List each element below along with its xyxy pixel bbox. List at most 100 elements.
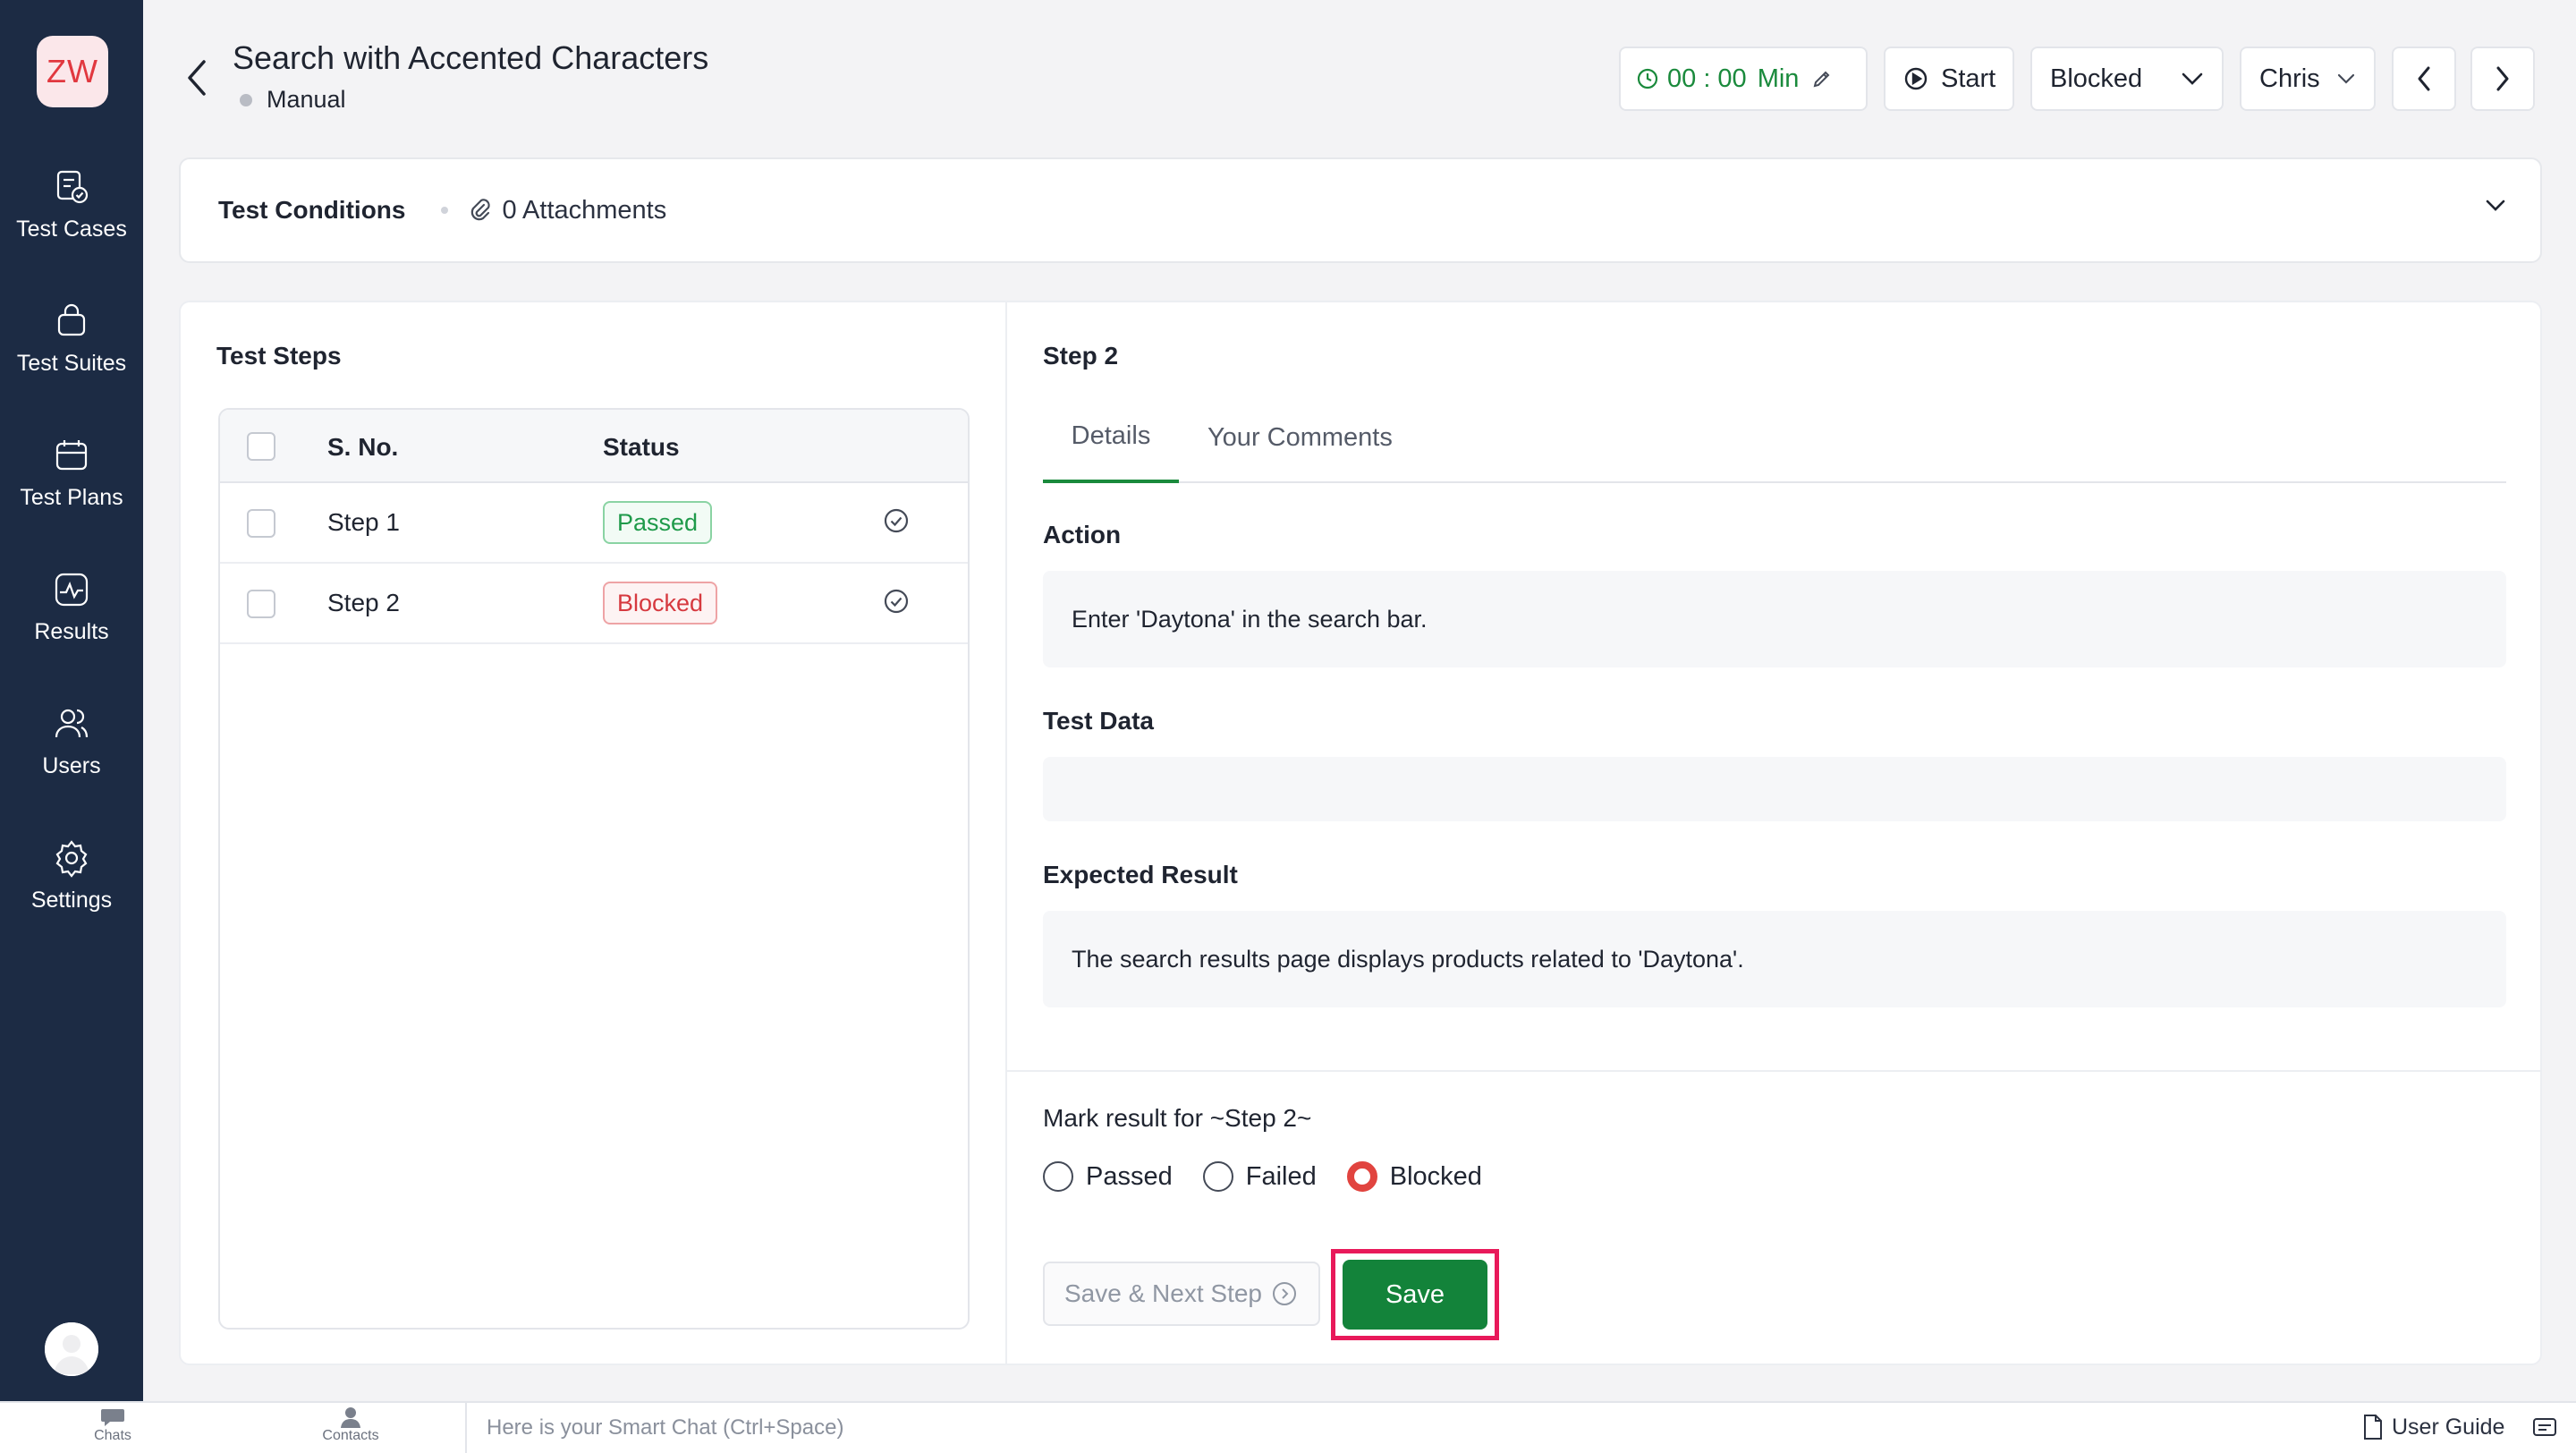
timer-value: 00 : 00: [1667, 64, 1747, 93]
test-conditions-bar[interactable]: Test Conditions 0 Attachments: [179, 157, 2542, 263]
detail-tabs: Details Your Comments: [1043, 392, 2506, 483]
sidebar-item-test-cases[interactable]: Test Cases: [0, 166, 143, 292]
feedback-icon[interactable]: [2531, 1414, 2558, 1440]
test-cases-icon: [56, 170, 89, 204]
radio-failed-label: Failed: [1245, 1161, 1317, 1191]
attachments-count: 0 Attachments: [502, 195, 667, 225]
status-dropdown[interactable]: Blocked: [2030, 47, 2224, 111]
results-icon: [55, 573, 89, 607]
sidebar-item-results[interactable]: Results: [0, 569, 143, 694]
chevron-down-icon[interactable]: [2485, 199, 2506, 213]
action-value: Enter 'Daytona' in the search bar.: [1043, 571, 2506, 667]
radio-blocked-label: Blocked: [1389, 1161, 1482, 1191]
chats-button[interactable]: Chats: [59, 1406, 166, 1444]
check-circle-icon[interactable]: [882, 506, 911, 535]
settings-icon: [55, 840, 88, 878]
sidebar-item-test-suites[interactable]: Test Suites: [0, 301, 143, 426]
type-dot: [240, 93, 252, 106]
expected-result-value: The search results page displays product…: [1043, 911, 2506, 1007]
select-all-checkbox[interactable]: [247, 432, 275, 461]
save-and-next-label: Save & Next Step: [1064, 1279, 1263, 1307]
smart-chat-input[interactable]: Here is your Smart Chat (Ctrl+Space): [465, 1403, 2254, 1453]
chevron-down-icon: [2182, 72, 2203, 85]
user-avatar-icon: [45, 1322, 98, 1376]
sidebar-item-label: Users: [42, 753, 101, 778]
start-label: Start: [1941, 64, 1996, 93]
avatar[interactable]: [45, 1322, 98, 1376]
document-icon: [2364, 1415, 2382, 1440]
main-card: Test Steps S. No. Status Step 1 Passed S…: [179, 301, 2542, 1365]
step-number: Step 1: [327, 508, 400, 536]
save-button-highlight: Save: [1331, 1249, 1499, 1340]
result-radio-group: Passed Failed Blocked: [1043, 1161, 1513, 1192]
sidebar-item-label: Test Cases: [16, 217, 127, 242]
table-row[interactable]: Step 2 Blocked: [220, 564, 968, 644]
sidebar: ZW Test Cases Test Suites Test Plans Res…: [0, 0, 143, 1401]
contacts-button[interactable]: Contacts: [297, 1406, 404, 1444]
test-steps-title: Test Steps: [216, 342, 342, 370]
attachments-link[interactable]: 0 Attachments: [468, 196, 666, 225]
table-row[interactable]: Step 1 Passed: [220, 483, 968, 564]
chats-label: Chats: [94, 1428, 131, 1443]
test-conditions-title: Test Conditions: [218, 196, 406, 224]
tab-details[interactable]: Details: [1043, 392, 1179, 483]
column-header-sno: S. No.: [327, 433, 399, 461]
timer-display[interactable]: 00 : 00 Min: [1619, 47, 1868, 111]
sidebar-item-label: Results: [34, 619, 109, 644]
chevron-left-icon: [188, 60, 206, 96]
action-label: Action: [1043, 521, 1122, 548]
chevron-down-icon: [2337, 73, 2355, 84]
test-data-value: [1043, 757, 2506, 821]
play-circle-icon: [1904, 67, 1928, 90]
sidebar-item-test-plans[interactable]: Test Plans: [0, 435, 143, 560]
radio-blocked-button[interactable]: [1346, 1161, 1377, 1192]
assignee-dropdown[interactable]: Chris: [2240, 47, 2376, 111]
row-checkbox[interactable]: [247, 509, 275, 538]
test-type-label: Manual: [267, 86, 346, 113]
radio-failed[interactable]: Failed: [1202, 1161, 1317, 1192]
sidebar-item-settings[interactable]: Settings: [0, 837, 143, 963]
check-circle-icon[interactable]: [882, 587, 911, 616]
test-plans-icon: [55, 440, 88, 471]
tab-your-comments[interactable]: Your Comments: [1208, 392, 1393, 483]
sidebar-item-label: Test Plans: [20, 485, 123, 510]
radio-passed[interactable]: Passed: [1043, 1161, 1173, 1192]
user-guide-label: User Guide: [2392, 1414, 2505, 1440]
column-header-status: Status: [603, 433, 680, 461]
radio-passed-button[interactable]: [1043, 1161, 1073, 1192]
separator-dot: [441, 207, 449, 214]
divider: [1007, 1070, 2542, 1072]
back-button[interactable]: [179, 55, 215, 100]
attachment-icon: [471, 199, 491, 221]
save-button[interactable]: Save: [1343, 1260, 1487, 1330]
step-title: Step 2: [1043, 342, 1119, 370]
timer-unit: Min: [1757, 64, 1800, 93]
assignee-value: Chris: [2259, 64, 2320, 93]
page-title: Search with Accented Characters: [233, 39, 709, 76]
radio-failed-button[interactable]: [1202, 1161, 1233, 1192]
chevron-right-icon: [2496, 66, 2509, 91]
status-badge: Blocked: [603, 582, 718, 625]
app-logo[interactable]: ZW: [37, 36, 108, 107]
sidebar-item-users[interactable]: Users: [0, 703, 143, 828]
table-header: S. No. Status: [220, 410, 968, 483]
contacts-label: Contacts: [322, 1428, 379, 1443]
next-case-button[interactable]: [2470, 47, 2535, 111]
status-badge: Passed: [603, 501, 713, 544]
test-steps-table: S. No. Status Step 1 Passed Step 2 Block…: [218, 408, 970, 1330]
test-data-label: Test Data: [1043, 707, 1154, 735]
user-guide-link[interactable]: User Guide: [2361, 1414, 2504, 1440]
previous-case-button[interactable]: [2392, 47, 2456, 111]
expected-result-label: Expected Result: [1043, 861, 1238, 888]
edit-icon[interactable]: [1811, 68, 1833, 89]
save-and-next-step-button[interactable]: Save & Next Step: [1043, 1262, 1320, 1326]
test-suites-icon: [57, 303, 86, 336]
test-type: Manual: [240, 86, 346, 114]
sidebar-item-label: Test Suites: [16, 351, 127, 376]
start-button[interactable]: Start: [1884, 47, 2014, 111]
row-checkbox[interactable]: [247, 590, 275, 618]
contact-icon: [341, 1407, 360, 1428]
chevron-left-icon: [2418, 66, 2430, 91]
radio-blocked[interactable]: Blocked: [1346, 1161, 1482, 1192]
radio-passed-label: Passed: [1086, 1161, 1173, 1191]
